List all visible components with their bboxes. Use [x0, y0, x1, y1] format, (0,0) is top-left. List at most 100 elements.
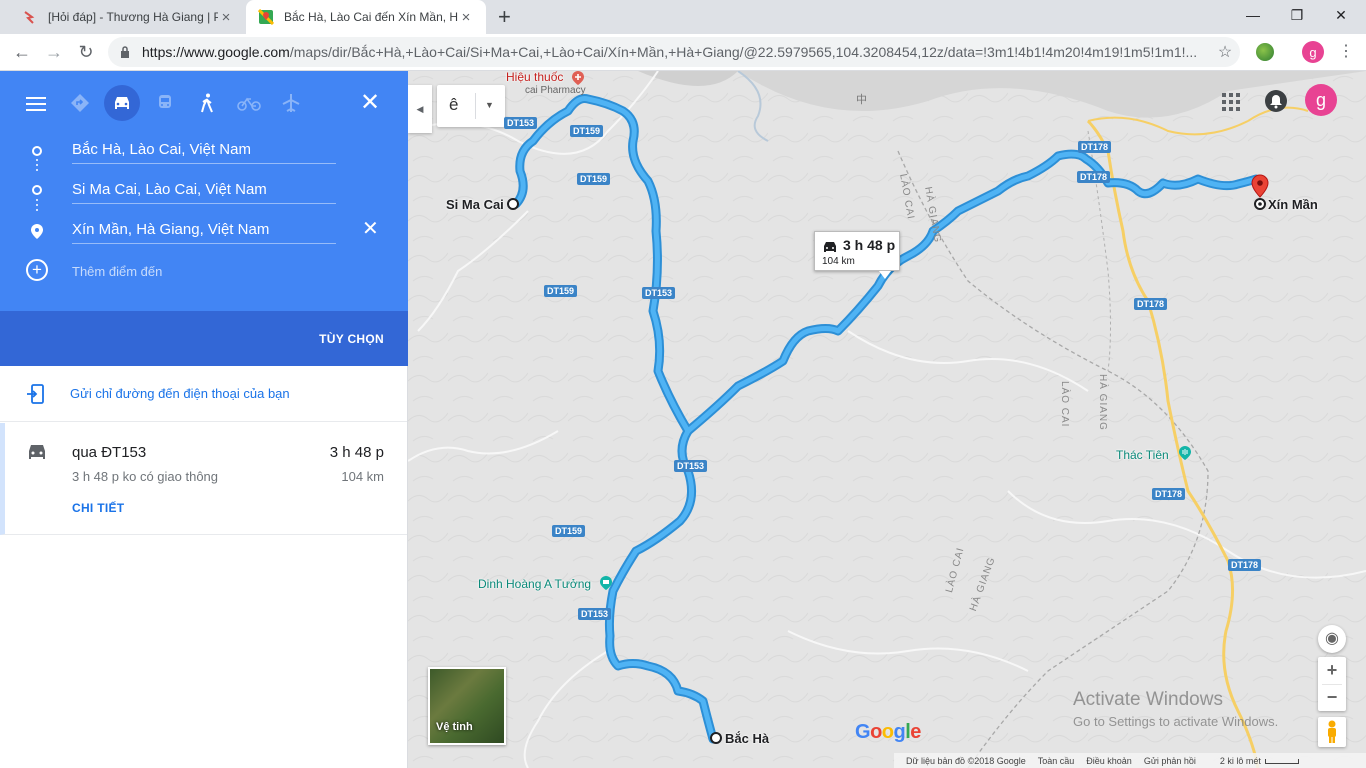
forward-icon[interactable]: →	[40, 38, 68, 66]
origin-dot-icon	[32, 146, 42, 156]
zoom-out-button[interactable]: −	[1318, 685, 1346, 711]
add-destination-button[interactable]: Thêm điểm đến	[72, 264, 162, 279]
road-shield: DT153	[504, 117, 538, 129]
cycling-mode-icon[interactable]	[231, 85, 267, 121]
route-via: qua ĐT153	[72, 444, 147, 461]
road-shield: DT178	[1134, 298, 1168, 310]
global-link[interactable]: Toàn cầu	[1038, 756, 1075, 766]
options-button[interactable]: TÙY CHỌN	[319, 332, 384, 346]
satellite-label: Vệ tinh	[436, 721, 473, 733]
route-details-button[interactable]: CHI TIẾT	[72, 501, 124, 515]
callout-time: 3 h 48 p	[843, 237, 896, 253]
bookmark-star-icon[interactable]: ☆	[1210, 42, 1240, 62]
dinh-hoang-a-tuong-poi[interactable]: Dinh Hoàng A Tưởng	[478, 577, 591, 591]
close-window-button[interactable]: ✕	[1318, 0, 1364, 30]
map-data-attribution[interactable]: Dữ liệu bản đồ ©2018 Google	[906, 756, 1026, 766]
send-to-phone-row[interactable]: Gửi chỉ đường đến điện thoại của bạn	[0, 366, 407, 422]
google-apps-icon[interactable]	[1222, 93, 1240, 111]
bac-ha-label[interactable]: Bắc Hà	[725, 731, 769, 746]
directions-panel: ✕ Bắc Hà, Lào Cai, Việt Nam Si Ma Cai, L…	[0, 71, 408, 768]
reload-icon[interactable]: ↻	[72, 38, 100, 66]
zoom-in-button[interactable]: +	[1318, 657, 1346, 684]
account-avatar[interactable]: g	[1305, 84, 1337, 116]
browser-toolbar: ← → ↻ https://www.google.com/maps/dir/Bắ…	[0, 34, 1366, 71]
route-time: 3 h 48 p	[329, 444, 384, 461]
remove-destination-icon[interactable]: ✕	[362, 216, 379, 241]
tab-close-icon[interactable]: ×	[458, 9, 474, 26]
region-label: HÀ GIANG	[1097, 374, 1108, 431]
forum-favicon-icon	[22, 9, 38, 25]
add-destination-icon[interactable]: +	[26, 259, 48, 281]
map-canvas[interactable]: ◀ ê ▼ g Hiệu thuốc cai Pharmacy 中 Si Ma …	[408, 71, 1366, 768]
best-route-icon[interactable]	[62, 85, 98, 121]
map-terrain	[408, 71, 1366, 768]
road-shield: DT159	[544, 285, 578, 297]
callout-distance: 104 km	[822, 256, 855, 267]
browser-menu-icon[interactable]: ⋮	[1338, 42, 1354, 62]
pegman-icon[interactable]	[1318, 717, 1346, 747]
satellite-toggle[interactable]: Vệ tinh	[428, 667, 506, 745]
route-traffic-note: 3 h 48 p ko có giao thông	[72, 469, 219, 484]
origin-input[interactable]: Bắc Hà, Lào Cai, Việt Nam	[72, 138, 336, 164]
tab-hoi-dap[interactable]: [Hỏi đáp] - Thương Hà Giang | Pl ×	[10, 0, 246, 34]
si-ma-cai-label[interactable]: Si Ma Cai	[446, 197, 504, 212]
send-to-phone-label: Gửi chỉ đường đến điện thoại của bạn	[70, 386, 290, 401]
map-type-selector[interactable]: ê ▼	[437, 85, 505, 127]
url-text: https://www.google.com/maps/dir/Bắc+Hà,+…	[142, 44, 1198, 60]
waterfall-pin-icon	[1179, 446, 1191, 465]
maximize-button[interactable]: ❐	[1274, 0, 1320, 30]
road-shield: DT178	[1078, 141, 1112, 153]
route-dots-icon	[36, 159, 38, 173]
car-icon	[26, 443, 48, 461]
tab-title: Bắc Hà, Lào Cai đến Xín Mần, Hà	[284, 10, 458, 24]
extension-icon[interactable]	[1256, 43, 1274, 61]
back-icon[interactable]: ←	[8, 38, 36, 66]
route-dots-icon	[36, 199, 38, 213]
transit-mode-icon[interactable]	[147, 85, 183, 121]
tab-title: [Hỏi đáp] - Thương Hà Giang | Pl	[48, 10, 218, 24]
destination-input[interactable]: Xín Mần, Hà Giang, Việt Nam	[72, 218, 336, 244]
minimize-button[interactable]: —	[1230, 0, 1276, 30]
destination-pin-icon	[31, 224, 43, 244]
xin-man-label[interactable]: Xín Mần	[1268, 197, 1318, 212]
my-location-icon[interactable]: ◉	[1318, 625, 1346, 653]
close-directions-icon[interactable]: ✕	[360, 91, 380, 115]
new-tab-button[interactable]: +	[498, 6, 511, 28]
lock-icon	[120, 45, 132, 59]
options-bar: TÙY CHỌN	[0, 311, 408, 366]
google-logo: Google	[855, 721, 921, 743]
address-bar[interactable]: https://www.google.com/maps/dir/Bắc+Hà,+…	[108, 37, 1240, 67]
tab-google-maps[interactable]: Bắc Hà, Lào Cai đến Xín Mần, Hà ×	[246, 0, 486, 34]
caret-down-icon: ▼	[485, 100, 494, 110]
google-maps-favicon-icon	[258, 9, 274, 25]
road-shield: DT159	[570, 125, 604, 137]
road-shield: DT159	[577, 173, 611, 185]
route-info-callout[interactable]: 3 h 48 p 104 km	[814, 231, 900, 279]
windows-activation-watermark: Activate Windows Go to Settings to activ…	[1073, 689, 1279, 729]
waypoint-input[interactable]: Si Ma Cai, Lào Cai, Việt Nam	[72, 178, 336, 204]
scale-label[interactable]: 2 ki lô mét	[1208, 756, 1299, 766]
flight-mode-icon[interactable]	[273, 85, 309, 121]
pharmacy-poi[interactable]: Hiệu thuốc	[506, 71, 563, 84]
feedback-link[interactable]: Gửi phản hồi	[1144, 756, 1196, 766]
browser-profile-avatar[interactable]: g	[1302, 41, 1324, 63]
thac-tien-poi[interactable]: Thác Tiên	[1116, 448, 1169, 462]
notifications-bell-icon[interactable]	[1265, 90, 1287, 112]
tab-close-icon[interactable]: ×	[218, 9, 234, 26]
road-shield: DT153	[578, 608, 612, 620]
road-shield: DT178	[1152, 488, 1186, 500]
route-option[interactable]: qua ĐT153 3 h 48 p 3 h 48 p ko có giao t…	[0, 423, 407, 535]
road-shield: DT153	[642, 287, 676, 299]
scale-bar	[1264, 758, 1299, 764]
driving-mode-icon[interactable]	[104, 85, 140, 121]
route-distance: 104 km	[341, 469, 384, 484]
zoom-controls: + −	[1318, 657, 1346, 711]
china-label: 中	[856, 94, 867, 106]
walking-mode-icon[interactable]	[189, 85, 225, 121]
collapse-panel-button[interactable]: ◀	[408, 85, 432, 133]
car-icon	[822, 240, 838, 252]
travel-modes	[0, 85, 408, 123]
terms-link[interactable]: Điều khoản	[1086, 756, 1132, 766]
map-footer: Dữ liệu bản đồ ©2018 Google Toàn cầu Điề…	[894, 753, 1366, 768]
send-to-phone-icon	[26, 384, 44, 404]
